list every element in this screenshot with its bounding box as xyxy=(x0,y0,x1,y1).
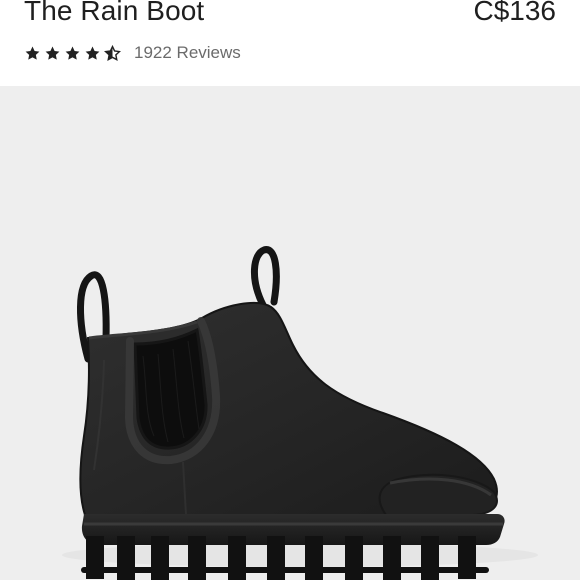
star-icon xyxy=(25,46,40,60)
star-icon xyxy=(45,46,60,60)
star-icon xyxy=(65,46,80,60)
reviews-count-link[interactable]: 1922 Reviews xyxy=(134,41,241,65)
rating-summary[interactable]: 1922 Reviews xyxy=(24,40,241,66)
rain-boot-image xyxy=(62,246,538,580)
product-title: The Rain Boot xyxy=(24,0,205,26)
star-rating xyxy=(24,44,121,62)
product-price: C$136 xyxy=(473,0,556,26)
product-page: The Rain Boot C$136 1922 Reviews xyxy=(0,0,580,580)
half-star-icon xyxy=(104,44,121,61)
star-icon xyxy=(85,46,100,60)
product-header: The Rain Boot C$136 1922 Reviews xyxy=(0,0,580,86)
product-image-area[interactable] xyxy=(0,86,580,580)
